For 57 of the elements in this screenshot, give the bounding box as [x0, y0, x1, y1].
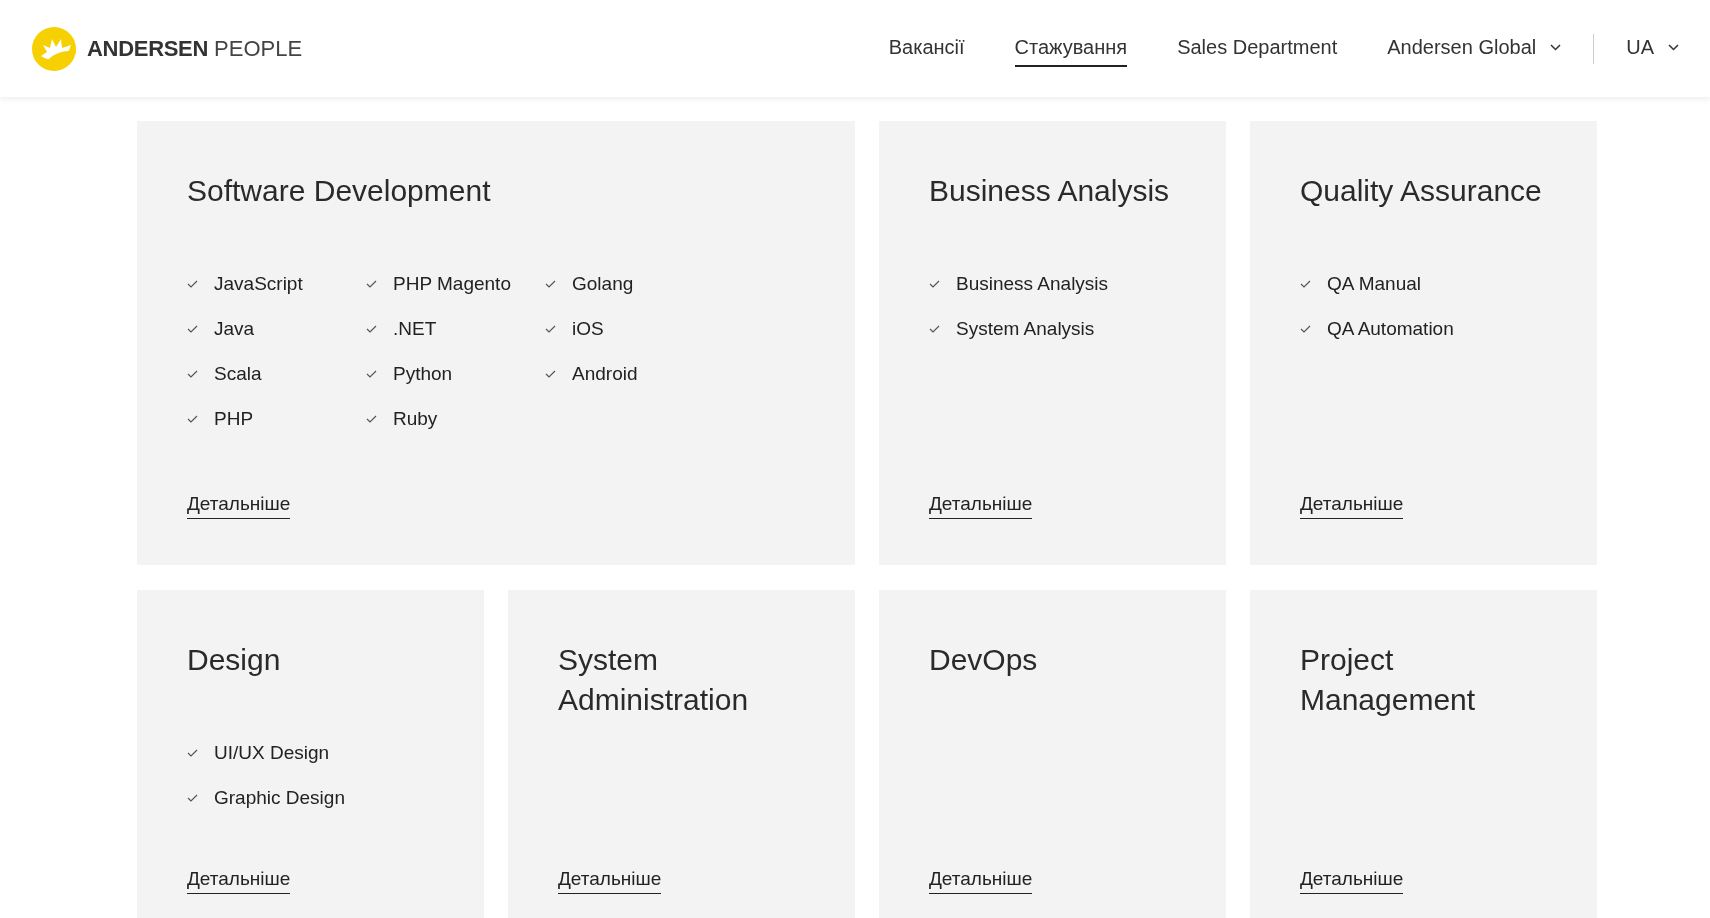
skill-item: Business Analysis: [956, 272, 1109, 295]
details-link[interactable]: Детальніше: [1300, 493, 1404, 519]
sun-logo-icon: [31, 25, 77, 72]
card-title: Software Development: [187, 173, 492, 209]
card-title: Quality Assurance: [1300, 173, 1543, 209]
card-title: Design: [187, 642, 282, 678]
logo[interactable]: ANDERSEN PEOPLE: [31, 25, 303, 72]
check-icon: [545, 369, 556, 378]
skill-item: UI/UX Design: [214, 741, 330, 764]
card-title: Project Management: [1300, 642, 1477, 718]
details-link[interactable]: Детальніше: [929, 868, 1033, 894]
skill-item: PHP: [214, 407, 254, 430]
nav-link[interactable]: Вакансії: [888, 30, 965, 67]
nav-link[interactable]: Sales Department: [1177, 30, 1338, 67]
skill-item: System Analysis: [956, 317, 1095, 340]
skill-item: Python: [393, 362, 453, 385]
check-icon: [187, 324, 198, 333]
check-icon: [1300, 324, 1311, 333]
brand-name: ANDERSEN: [87, 35, 209, 61]
nav-link[interactable]: Стажування: [1014, 30, 1128, 67]
check-icon: [366, 369, 377, 378]
check-icon: [187, 793, 198, 802]
skill-item: iOS: [572, 317, 604, 340]
check-icon: [187, 414, 198, 423]
check-icon: [545, 324, 556, 333]
skill-item: .NET: [393, 317, 437, 340]
skill-item: QA Automation: [1327, 317, 1454, 340]
check-icon: [366, 324, 377, 333]
check-icon: [929, 324, 940, 333]
details-link[interactable]: Детальніше: [1300, 868, 1404, 894]
check-icon: [187, 369, 198, 378]
nav-link[interactable]: Andersen Global: [1387, 30, 1562, 67]
skill-item: Scala: [214, 362, 262, 385]
skill-item: JavaScript: [214, 272, 303, 295]
check-icon: [366, 414, 377, 423]
check-icon: [187, 279, 198, 288]
details-link[interactable]: Детальніше: [187, 868, 291, 894]
details-link[interactable]: Детальніше: [929, 493, 1033, 519]
check-icon: [1300, 279, 1311, 288]
skill-item: QA Manual: [1327, 272, 1421, 295]
card-title: Business Analysis: [929, 173, 1171, 209]
check-icon: [366, 279, 377, 288]
card-title: System Administration: [558, 642, 750, 718]
skill-item: Ruby: [393, 407, 438, 430]
skill-item: Graphic Design: [214, 786, 345, 809]
details-link[interactable]: Детальніше: [187, 493, 291, 519]
language-selector[interactable]: UA: [1626, 30, 1679, 67]
skill-item: Android: [572, 362, 638, 385]
skill-item: PHP Magento: [393, 272, 511, 295]
check-icon: [545, 279, 556, 288]
brand-suffix: PEOPLE: [214, 35, 303, 61]
details-link[interactable]: Детальніше: [558, 868, 662, 894]
skill-item: Golang: [572, 272, 634, 295]
check-icon: [929, 279, 940, 288]
card-title: DevOps: [929, 642, 1039, 678]
skill-item: Java: [214, 317, 255, 340]
check-icon: [187, 748, 198, 757]
